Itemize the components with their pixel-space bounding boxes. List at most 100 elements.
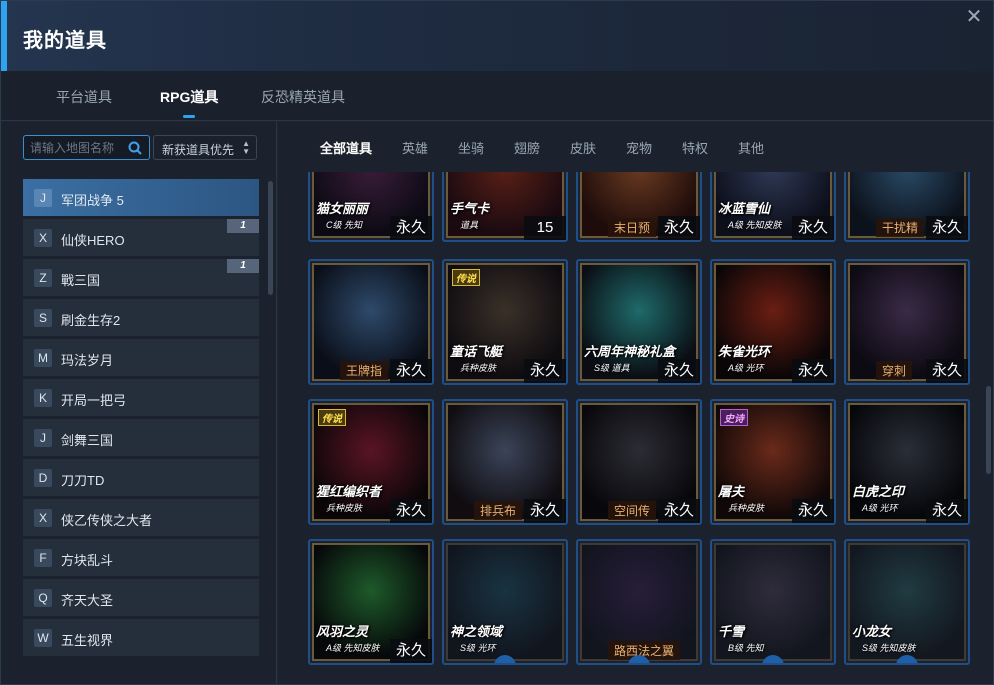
- item-card[interactable]: 史诗 屠夫 兵种皮肤 永久: [710, 399, 836, 525]
- item-card[interactable]: 小龙女 S级 先知皮肤: [844, 539, 970, 665]
- tab-2[interactable]: 反恐精英道具: [261, 87, 345, 107]
- item-duration: 永久: [524, 499, 566, 523]
- map-sidebar: 新获道具优先 ▲▼ J 军团战争 5 X 仙侠HERO 1 Z 戰三国 1 S 刷金生存2 M 玛法岁…: [1, 122, 277, 684]
- search-icon[interactable]: [127, 140, 143, 156]
- item-card[interactable]: 千雪 B级 先知: [710, 539, 836, 665]
- item-subtitle: S级 道具: [594, 363, 630, 373]
- map-name: 齐天大圣: [61, 593, 114, 608]
- tab-1[interactable]: RPG道具: [160, 87, 218, 118]
- item-duration: 永久: [926, 216, 968, 240]
- map-list-item[interactable]: X 侠乙传侠之大者: [23, 499, 259, 536]
- item-duration: 永久: [658, 216, 700, 240]
- category-tab-7[interactable]: 其他: [738, 138, 764, 157]
- item-card[interactable]: 王牌指 永久: [308, 259, 434, 385]
- item-name: 猫女丽丽: [316, 201, 369, 216]
- window-title: 我的道具: [23, 30, 107, 52]
- map-list-item[interactable]: M 玛法岁月: [23, 339, 259, 376]
- item-name: 手气卡: [450, 201, 490, 216]
- item-name: 白虎之印: [852, 484, 905, 499]
- item-card[interactable]: 冰蓝雪仙 A级 先知皮肤 永久: [710, 172, 836, 242]
- map-list-item[interactable]: J 剑舞三国: [23, 419, 259, 456]
- map-list-item[interactable]: S 刷金生存2: [23, 299, 259, 336]
- map-list-item[interactable]: F 方块乱斗: [23, 539, 259, 576]
- map-letter-badge: K: [34, 389, 52, 407]
- item-subtitle: C级 先知: [326, 220, 363, 230]
- item-card[interactable]: 路西法之翼: [576, 539, 702, 665]
- category-tab-2[interactable]: 坐骑: [458, 138, 484, 157]
- item-name: 朱雀光环: [718, 344, 771, 359]
- new-count-badge: 1: [227, 259, 259, 273]
- map-name: 刀刀TD: [61, 473, 105, 488]
- item-card[interactable]: 六周年神秘礼盒 S级 道具 永久: [576, 259, 702, 385]
- category-tab-0[interactable]: 全部道具: [320, 138, 372, 157]
- item-subtitle: A级 光环: [862, 503, 898, 513]
- item-subtitle: 道具: [460, 220, 479, 230]
- item-card[interactable]: 传说 猩红编织者 兵种皮肤 永久: [308, 399, 434, 525]
- item-name-plate: 排兵布: [474, 501, 523, 520]
- map-list-item[interactable]: Q 齐天大圣: [23, 579, 259, 616]
- sort-dropdown[interactable]: 新获道具优先 ▲ ▼: [153, 135, 257, 160]
- item-card[interactable]: 空间传 永久: [576, 399, 702, 525]
- item-card[interactable]: 手气卡 道具 15: [442, 172, 568, 242]
- search-input[interactable]: [30, 139, 122, 157]
- window-header: 我的道具 ✕: [1, 1, 993, 71]
- item-duration: 永久: [926, 359, 968, 383]
- item-subtitle: A级 先知皮肤: [728, 220, 782, 230]
- item-card[interactable]: 神之领域 S级 光环: [442, 539, 568, 665]
- map-name: 五生视界: [61, 633, 114, 648]
- item-card[interactable]: 白虎之印 A级 光环 永久: [844, 399, 970, 525]
- map-name: 剑舞三国: [61, 433, 114, 448]
- item-name-plate: 王牌指: [340, 361, 389, 380]
- category-tab-6[interactable]: 特权: [682, 138, 708, 157]
- map-letter-badge: W: [34, 629, 52, 647]
- item-name-plate: 穿刺: [876, 361, 913, 380]
- new-count-badge: 1: [227, 219, 259, 233]
- item-duration: 永久: [926, 499, 968, 523]
- category-tab-3[interactable]: 翅膀: [514, 138, 540, 157]
- close-icon[interactable]: ✕: [963, 6, 985, 28]
- item-card[interactable]: 末日预 永久: [576, 172, 702, 242]
- map-name: 方块乱斗: [61, 553, 114, 568]
- item-name: 猩红编织者: [316, 484, 382, 499]
- item-card[interactable]: 传说 童话飞艇 兵种皮肤 永久: [442, 259, 568, 385]
- item-duration: 永久: [524, 359, 566, 383]
- map-name: 戰三国: [61, 273, 101, 288]
- category-tab-4[interactable]: 皮肤: [570, 138, 596, 157]
- item-card[interactable]: 穿刺 永久: [844, 259, 970, 385]
- map-name: 开局一把弓: [61, 393, 127, 408]
- item-card[interactable]: 排兵布 永久: [442, 399, 568, 525]
- item-subtitle: A级 先知皮肤: [326, 643, 380, 653]
- map-list-item[interactable]: X 仙侠HERO 1: [23, 219, 259, 256]
- tab-0[interactable]: 平台道具: [56, 87, 112, 107]
- map-list-item[interactable]: D 刀刀TD: [23, 459, 259, 496]
- map-letter-badge: J: [34, 429, 52, 447]
- item-name: 屠夫: [718, 484, 745, 499]
- item-card[interactable]: 干扰精 永久: [844, 172, 970, 242]
- top-tabs: 平台道具 RPG道具 反恐精英道具: [1, 71, 993, 121]
- map-list-item[interactable]: J 军团战争 5: [23, 179, 259, 216]
- item-subtitle: S级 光环: [460, 643, 496, 653]
- item-card[interactable]: 朱雀光环 A级 光环 永久: [710, 259, 836, 385]
- item-grid-scrollbar[interactable]: [986, 386, 991, 474]
- item-subtitle: B级 先知: [728, 643, 764, 653]
- item-name: 风羽之灵: [316, 624, 369, 639]
- item-grid: 猫女丽丽 C级 先知 永久 手气卡 道具 15 末日预 永久 冰蓝雪仙 A级 先知皮肤 永久 干扰精永…: [278, 172, 993, 684]
- category-tab-5[interactable]: 宠物: [626, 138, 652, 157]
- map-list-item[interactable]: W 五生视界: [23, 619, 259, 656]
- category-tab-1[interactable]: 英雄: [402, 138, 428, 157]
- rarity-tag: 传说: [318, 409, 346, 426]
- map-list-scrollbar[interactable]: [268, 181, 273, 295]
- item-duration: 永久: [390, 359, 432, 383]
- item-name-plate: 空间传: [608, 501, 657, 520]
- header-accent: [1, 1, 7, 71]
- item-subtitle: A级 光环: [728, 363, 764, 373]
- map-list-item[interactable]: Z 戰三国 1: [23, 259, 259, 296]
- map-letter-badge: M: [34, 349, 52, 367]
- item-card[interactable]: 猫女丽丽 C级 先知 永久: [308, 172, 434, 242]
- map-letter-badge: X: [34, 229, 52, 247]
- item-name: 冰蓝雪仙: [718, 201, 771, 216]
- map-list-item[interactable]: K 开局一把弓: [23, 379, 259, 416]
- map-name: 刷金生存2: [61, 313, 121, 328]
- item-card[interactable]: 风羽之灵 A级 先知皮肤 永久: [308, 539, 434, 665]
- my-items-window: 我的道具 ✕ 平台道具 RPG道具 反恐精英道具 新获道具优先 ▲▼ J 军团战争 5…: [0, 0, 994, 685]
